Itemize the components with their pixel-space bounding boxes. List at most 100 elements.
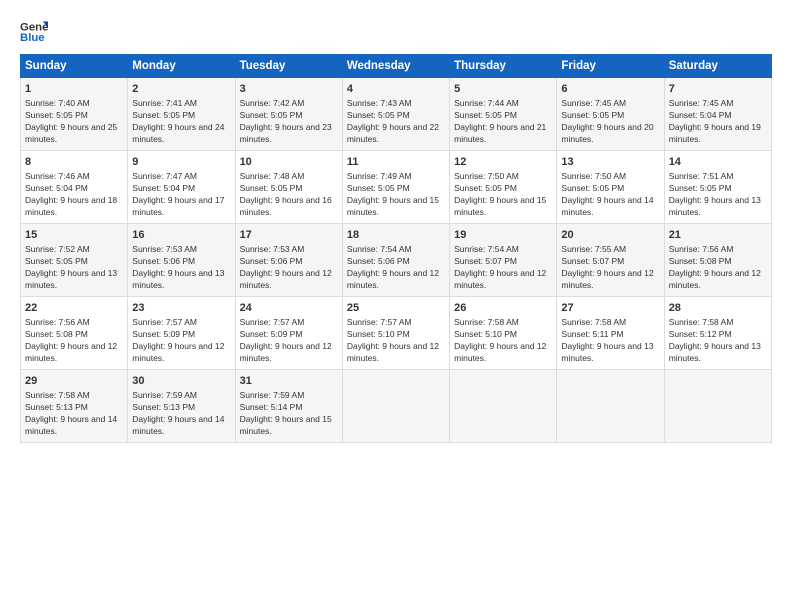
- day-number: 21: [669, 228, 767, 243]
- sunset-text: Sunset: 5:04 PM: [25, 183, 123, 195]
- sunrise-text: Sunrise: 7:40 AM: [25, 98, 123, 110]
- calendar-cell: 17Sunrise: 7:53 AMSunset: 5:06 PMDayligh…: [235, 223, 342, 296]
- daylight-text: Daylight: 9 hours and 13 minutes.: [669, 341, 767, 365]
- sunset-text: Sunset: 5:05 PM: [25, 256, 123, 268]
- daylight-text: Daylight: 9 hours and 17 minutes.: [132, 195, 230, 219]
- calendar-cell: 22Sunrise: 7:56 AMSunset: 5:08 PMDayligh…: [21, 296, 128, 369]
- calendar-cell: 10Sunrise: 7:48 AMSunset: 5:05 PMDayligh…: [235, 150, 342, 223]
- sunrise-text: Sunrise: 7:59 AM: [240, 390, 338, 402]
- svg-text:Blue: Blue: [20, 32, 45, 44]
- calendar-cell: 15Sunrise: 7:52 AMSunset: 5:05 PMDayligh…: [21, 223, 128, 296]
- sunset-text: Sunset: 5:05 PM: [25, 110, 123, 122]
- calendar-table: SundayMondayTuesdayWednesdayThursdayFrid…: [20, 54, 772, 443]
- daylight-text: Daylight: 9 hours and 13 minutes.: [669, 195, 767, 219]
- sunset-text: Sunset: 5:09 PM: [132, 329, 230, 341]
- sunrise-text: Sunrise: 7:57 AM: [347, 317, 445, 329]
- daylight-text: Daylight: 9 hours and 12 minutes.: [347, 268, 445, 292]
- sunset-text: Sunset: 5:13 PM: [25, 402, 123, 414]
- sunrise-text: Sunrise: 7:58 AM: [25, 390, 123, 402]
- day-number: 22: [25, 301, 123, 316]
- calendar-cell: 3Sunrise: 7:42 AMSunset: 5:05 PMDaylight…: [235, 78, 342, 151]
- week-row-2: 8Sunrise: 7:46 AMSunset: 5:04 PMDaylight…: [21, 150, 772, 223]
- day-header-tuesday: Tuesday: [235, 55, 342, 78]
- sunset-text: Sunset: 5:05 PM: [347, 183, 445, 195]
- logo-icon: General Blue: [20, 18, 48, 46]
- sunrise-text: Sunrise: 7:53 AM: [240, 244, 338, 256]
- daylight-text: Daylight: 9 hours and 13 minutes.: [25, 268, 123, 292]
- daylight-text: Daylight: 9 hours and 18 minutes.: [25, 195, 123, 219]
- calendar-cell: [450, 369, 557, 442]
- calendar-cell: 24Sunrise: 7:57 AMSunset: 5:09 PMDayligh…: [235, 296, 342, 369]
- daylight-text: Daylight: 9 hours and 14 minutes.: [25, 414, 123, 438]
- sunrise-text: Sunrise: 7:41 AM: [132, 98, 230, 110]
- daylight-text: Daylight: 9 hours and 13 minutes.: [132, 268, 230, 292]
- sunrise-text: Sunrise: 7:52 AM: [25, 244, 123, 256]
- day-number: 11: [347, 155, 445, 170]
- daylight-text: Daylight: 9 hours and 15 minutes.: [347, 195, 445, 219]
- sunset-text: Sunset: 5:06 PM: [132, 256, 230, 268]
- day-number: 28: [669, 301, 767, 316]
- sunset-text: Sunset: 5:04 PM: [669, 110, 767, 122]
- calendar-cell: 29Sunrise: 7:58 AMSunset: 5:13 PMDayligh…: [21, 369, 128, 442]
- sunset-text: Sunset: 5:04 PM: [132, 183, 230, 195]
- daylight-text: Daylight: 9 hours and 16 minutes.: [240, 195, 338, 219]
- sunrise-text: Sunrise: 7:50 AM: [454, 171, 552, 183]
- daylight-text: Daylight: 9 hours and 23 minutes.: [240, 122, 338, 146]
- sunrise-text: Sunrise: 7:51 AM: [669, 171, 767, 183]
- sunset-text: Sunset: 5:05 PM: [347, 110, 445, 122]
- day-number: 15: [25, 228, 123, 243]
- sunset-text: Sunset: 5:06 PM: [347, 256, 445, 268]
- day-number: 12: [454, 155, 552, 170]
- sunrise-text: Sunrise: 7:57 AM: [240, 317, 338, 329]
- sunrise-text: Sunrise: 7:57 AM: [132, 317, 230, 329]
- day-number: 29: [25, 374, 123, 389]
- daylight-text: Daylight: 9 hours and 24 minutes.: [132, 122, 230, 146]
- sunset-text: Sunset: 5:10 PM: [454, 329, 552, 341]
- daylight-text: Daylight: 9 hours and 12 minutes.: [669, 268, 767, 292]
- daylight-text: Daylight: 9 hours and 15 minutes.: [240, 414, 338, 438]
- sunrise-text: Sunrise: 7:44 AM: [454, 98, 552, 110]
- week-row-5: 29Sunrise: 7:58 AMSunset: 5:13 PMDayligh…: [21, 369, 772, 442]
- day-header-sunday: Sunday: [21, 55, 128, 78]
- sunrise-text: Sunrise: 7:47 AM: [132, 171, 230, 183]
- sunset-text: Sunset: 5:05 PM: [561, 110, 659, 122]
- calendar-cell: 5Sunrise: 7:44 AMSunset: 5:05 PMDaylight…: [450, 78, 557, 151]
- logo: General Blue: [20, 18, 48, 46]
- sunset-text: Sunset: 5:06 PM: [240, 256, 338, 268]
- sunset-text: Sunset: 5:09 PM: [240, 329, 338, 341]
- daylight-text: Daylight: 9 hours and 15 minutes.: [454, 195, 552, 219]
- daylight-text: Daylight: 9 hours and 12 minutes.: [561, 268, 659, 292]
- sunrise-text: Sunrise: 7:58 AM: [669, 317, 767, 329]
- calendar-cell: 2Sunrise: 7:41 AMSunset: 5:05 PMDaylight…: [128, 78, 235, 151]
- daylight-text: Daylight: 9 hours and 12 minutes.: [132, 341, 230, 365]
- sunset-text: Sunset: 5:08 PM: [25, 329, 123, 341]
- day-number: 4: [347, 82, 445, 97]
- daylight-text: Daylight: 9 hours and 12 minutes.: [240, 268, 338, 292]
- daylight-text: Daylight: 9 hours and 20 minutes.: [561, 122, 659, 146]
- calendar-cell: [557, 369, 664, 442]
- sunrise-text: Sunrise: 7:58 AM: [561, 317, 659, 329]
- calendar-cell: 28Sunrise: 7:58 AMSunset: 5:12 PMDayligh…: [664, 296, 771, 369]
- calendar-cell: 9Sunrise: 7:47 AMSunset: 5:04 PMDaylight…: [128, 150, 235, 223]
- sunrise-text: Sunrise: 7:58 AM: [454, 317, 552, 329]
- day-number: 26: [454, 301, 552, 316]
- daylight-text: Daylight: 9 hours and 14 minutes.: [561, 195, 659, 219]
- sunrise-text: Sunrise: 7:50 AM: [561, 171, 659, 183]
- day-number: 9: [132, 155, 230, 170]
- daylight-text: Daylight: 9 hours and 12 minutes.: [240, 341, 338, 365]
- day-number: 3: [240, 82, 338, 97]
- day-number: 6: [561, 82, 659, 97]
- sunset-text: Sunset: 5:12 PM: [669, 329, 767, 341]
- sunrise-text: Sunrise: 7:59 AM: [132, 390, 230, 402]
- calendar-cell: 19Sunrise: 7:54 AMSunset: 5:07 PMDayligh…: [450, 223, 557, 296]
- day-number: 5: [454, 82, 552, 97]
- day-number: 7: [669, 82, 767, 97]
- calendar-cell: 23Sunrise: 7:57 AMSunset: 5:09 PMDayligh…: [128, 296, 235, 369]
- sunset-text: Sunset: 5:10 PM: [347, 329, 445, 341]
- sunrise-text: Sunrise: 7:54 AM: [454, 244, 552, 256]
- day-number: 23: [132, 301, 230, 316]
- sunrise-text: Sunrise: 7:53 AM: [132, 244, 230, 256]
- daylight-text: Daylight: 9 hours and 14 minutes.: [132, 414, 230, 438]
- sunrise-text: Sunrise: 7:54 AM: [347, 244, 445, 256]
- day-number: 18: [347, 228, 445, 243]
